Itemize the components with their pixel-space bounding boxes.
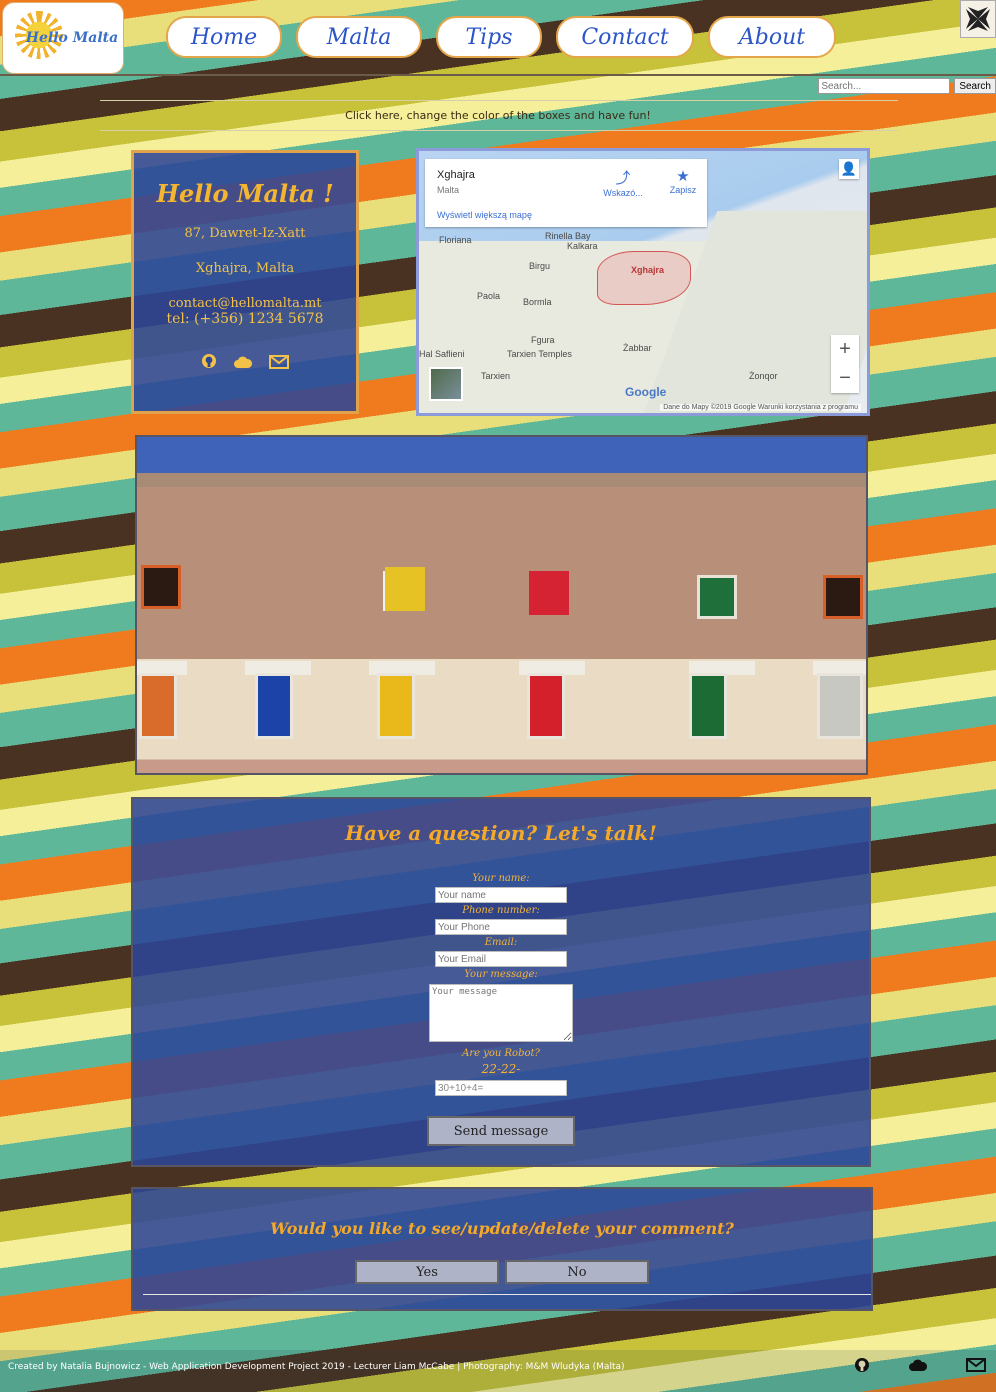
message-label: Your message: [464,969,538,980]
nav-about[interactable]: About [708,16,836,58]
photo-door [527,673,565,739]
photo-door [377,673,415,739]
form-title: Have a question? Let's talk! [345,821,657,845]
footer-credits: Created by Natalia Bujnowicz - Web Appli… [8,1362,625,1372]
contact-phone: tel: (+356) 1234 5678 [166,311,324,327]
photo-door [817,673,863,739]
email-field[interactable] [435,951,567,967]
map-label-floriana: Floriana [439,235,472,245]
photo-window [385,567,425,611]
photo-window [141,565,181,609]
save-place-button[interactable]: ★ Zapisz [653,167,713,195]
photo-door [139,673,177,739]
photo-parapet [137,473,866,487]
map-label-zabbar: Żabbar [623,343,652,353]
mail-icon[interactable] [966,1357,986,1378]
embedded-map[interactable]: Floriana Rinella Bay Kalkara Birgu Xghaj… [416,148,870,416]
email-label: Email: [484,937,518,948]
zoom-in-button[interactable]: + [831,335,859,364]
message-field[interactable] [429,984,573,1042]
map-label-tarxien-temples: Tarxien Temples [507,349,572,359]
search-button[interactable]: Search [954,78,996,94]
search-input[interactable] [818,78,951,94]
star-icon: ★ [676,168,690,185]
mail-icon[interactable] [269,353,289,374]
malta-houses-photo [135,435,868,775]
map-label-bormla: Bormla [523,297,552,307]
divider-top [100,100,898,101]
maltese-cross-icon[interactable] [960,0,996,38]
cloud-icon[interactable] [908,1357,928,1378]
logo[interactable]: Hello Malta [2,2,124,74]
nav-malta[interactable]: Malta [296,16,422,58]
card-title: Hello Malta ! [156,179,334,208]
contact-email[interactable]: contact@hellomalta.mt [134,296,356,311]
send-message-button[interactable]: Send message [427,1116,575,1146]
map-label-kalkara: Kalkara [567,241,598,251]
directions-icon: ⤴ [615,170,631,187]
nav-contact[interactable]: Contact [556,16,694,58]
card-social-icons [134,353,356,374]
map-label-xghajra: Xghajra [631,265,665,275]
search-bar: Search [818,78,996,94]
color-hint[interactable]: Click here, change the color of the boxe… [0,109,996,122]
github-icon[interactable] [201,353,217,374]
name-field[interactable] [435,887,567,903]
contact-form-panel[interactable]: Have a question? Let's talk! Your name: … [131,797,871,1167]
map-place-country: Malta [437,185,460,195]
footer: Created by Natalia Bujnowicz - Web Appli… [0,1350,996,1392]
map-attribution[interactable]: Dane do Mapy ©2019 Google Warunki korzys… [660,404,861,411]
main-nav: Home Malta Tips Contact About [166,16,836,58]
phone-label: Phone number: [462,905,540,916]
no-button[interactable]: No [505,1260,649,1284]
zoom-out-button[interactable]: − [831,364,859,393]
map-label-paola: Paola [477,291,501,301]
comment-panel: Would you like to see/update/delete your… [131,1187,873,1311]
logo-text: Hello Malta [25,30,119,46]
comment-question: Would you like to see/update/delete your… [270,1219,734,1238]
map-label-saflieni: Hal Saflieni [419,349,465,359]
comment-choice: Yes No [133,1260,871,1284]
street-view-icon[interactable]: 👤 [839,159,859,179]
yes-button[interactable]: Yes [355,1260,499,1284]
map-label-birgu: Birgu [529,261,551,271]
city-address: Xghajra, Malta [195,261,295,276]
phone-field[interactable] [435,919,567,935]
photo-window [529,571,569,615]
photo-window [823,575,863,619]
divider-bottom [100,130,898,131]
satellite-toggle[interactable] [429,367,463,401]
footer-social-icons [854,1357,986,1378]
save-label: Zapisz [669,185,697,195]
photo-door [255,673,293,739]
map-label-tarxien: Tarxien [481,371,511,381]
comment-divider [143,1294,871,1295]
contact-card[interactable]: Hello Malta ! 87, Dawret-Iz-Xatt Xghajra… [131,150,359,414]
header: Hello Malta Home Malta Tips Contact Abou… [0,0,996,76]
map-info-card: Xghajra Malta Wyświetl większą mapę ⤴ Ws… [425,159,707,227]
map-label-fgura: Fgura [531,335,555,345]
captcha-text: 22-22- [481,1062,521,1076]
nav-tips[interactable]: Tips [436,16,542,58]
map-place-name: Xghajra [437,169,475,181]
map-zoom-controls: + − [831,335,859,393]
directions-button[interactable]: ⤴ Wskazó... [593,167,653,198]
photo-window [697,575,737,619]
directions-label: Wskazó... [603,188,643,198]
name-label: Your name: [472,873,530,884]
github-icon[interactable] [854,1357,870,1378]
cloud-icon[interactable] [233,353,253,374]
robot-label: Are you Robot? [462,1048,540,1059]
robot-check-field[interactable] [435,1080,567,1096]
nav-home[interactable]: Home [166,16,282,58]
view-larger-map-link[interactable]: Wyświetl większą mapę [437,210,532,220]
google-logo: Google [625,385,667,399]
header-divider [0,74,996,76]
map-highlight-region [597,251,691,305]
map-label-rinella: Rinella Bay [545,231,591,241]
photo-door [689,673,727,739]
map-label-zonqor: Żonqor [749,371,778,381]
street-address: 87, Dawret-Iz-Xatt [184,226,306,241]
